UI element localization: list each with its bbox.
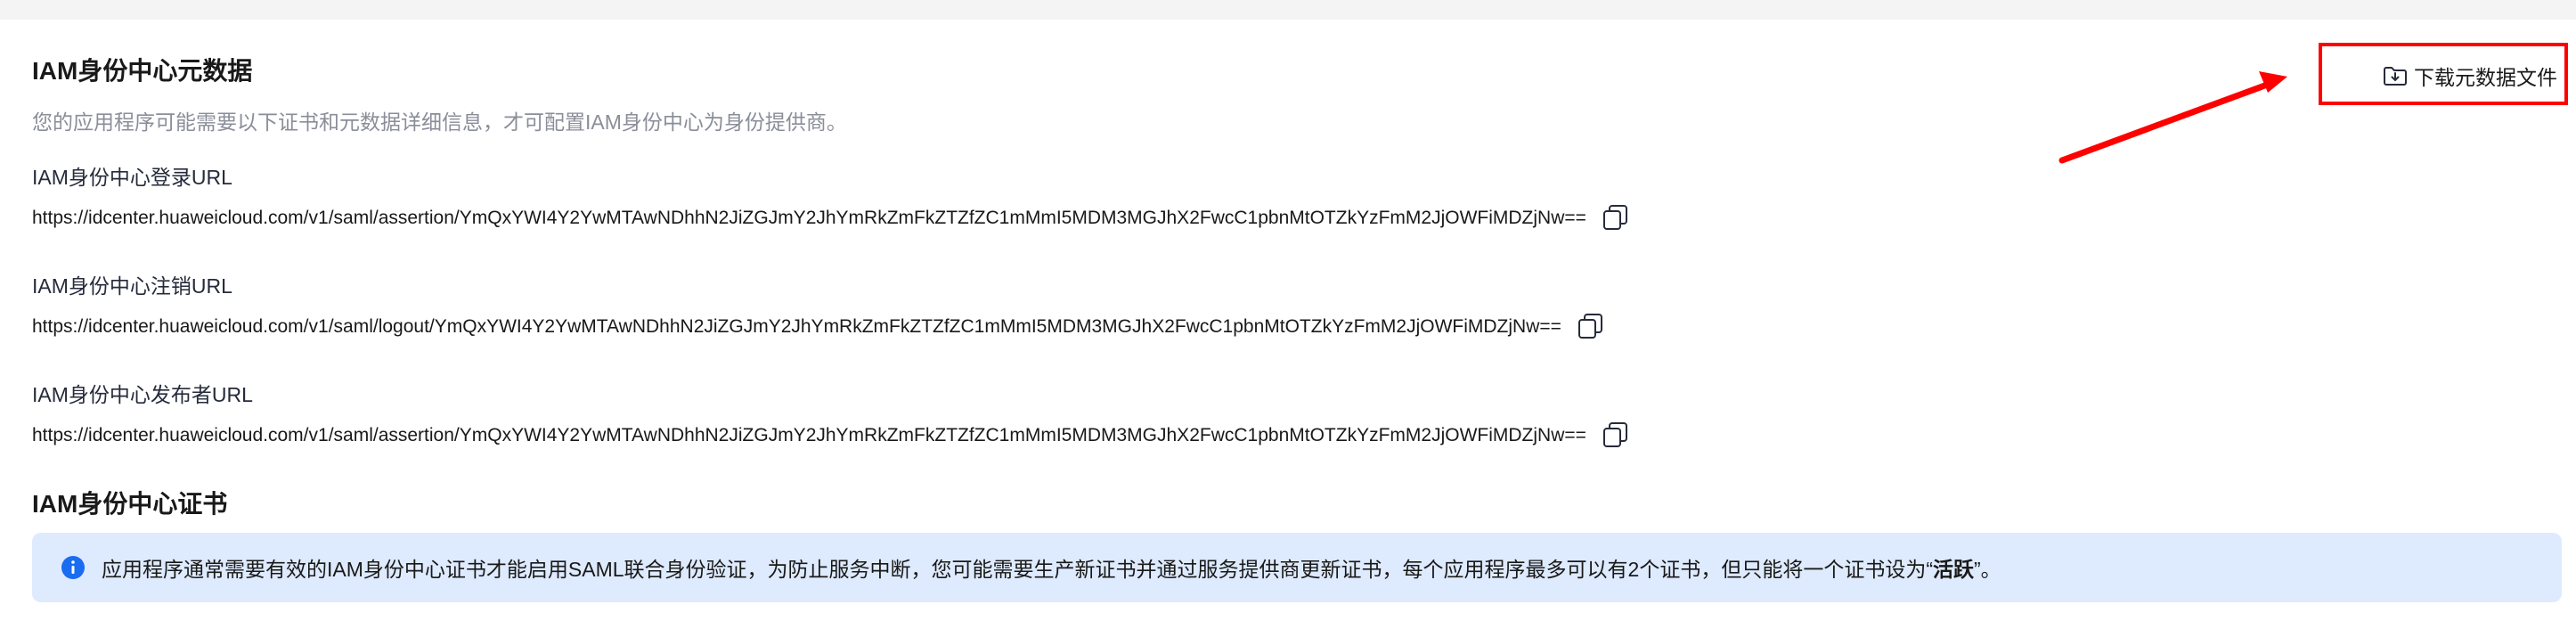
annotation-arrow (2058, 71, 2287, 164)
folder-download-icon (2382, 62, 2409, 89)
download-metadata-label: 下载元数据文件 (2414, 66, 2557, 89)
download-metadata-button[interactable]: 下载元数据文件 (2382, 61, 2557, 91)
download-highlight-box: 下载元数据文件 (2319, 43, 2568, 105)
